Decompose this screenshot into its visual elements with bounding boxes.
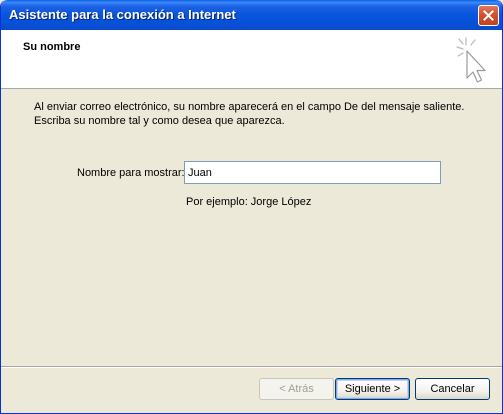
back-button[interactable]: < Atrás [259, 378, 334, 400]
wizard-sparkle-cursor-icon [456, 37, 486, 83]
wizard-window: Asistente para la conexión a Internet Su… [0, 0, 503, 414]
display-name-label: Nombre para mostrar: [77, 167, 185, 179]
description-text: Al enviar correo electrónico, su nombre … [34, 101, 465, 127]
cancel-button[interactable]: Cancelar [415, 378, 490, 400]
page-title: Su nombre [23, 41, 81, 53]
next-button[interactable]: Siguiente > [335, 378, 410, 400]
wizard-header: Su nombre [1, 30, 502, 89]
title-bar[interactable]: Asistente para la conexión a Internet [1, 0, 502, 30]
button-separator [1, 366, 502, 368]
close-button[interactable] [478, 5, 499, 26]
window-title: Asistente para la conexión a Internet [9, 7, 236, 22]
example-text: Por ejemplo: Jorge López [186, 196, 312, 208]
close-icon [483, 10, 494, 21]
display-name-input[interactable] [184, 161, 441, 184]
